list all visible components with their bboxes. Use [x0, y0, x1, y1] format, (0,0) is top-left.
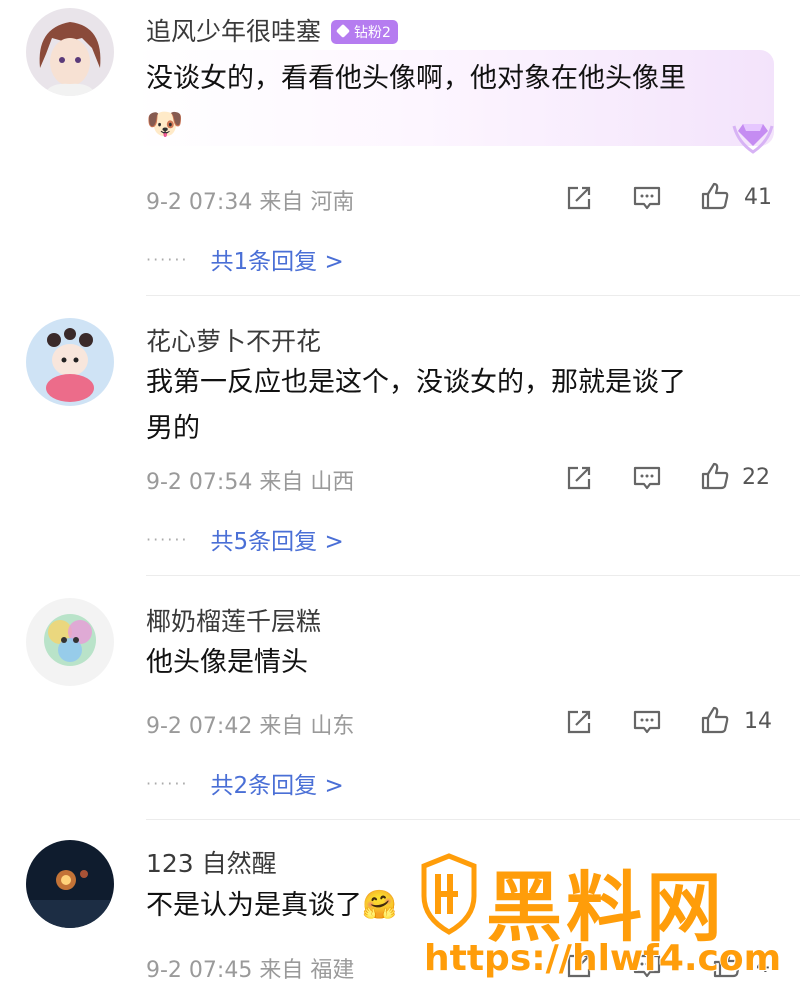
- username[interactable]: 椰奶榴莲千层糕: [146, 602, 321, 638]
- avatar-rainbow-creature-icon: [26, 598, 114, 686]
- quote-share-button[interactable]: [564, 707, 594, 737]
- replies-label: 共5条回复 >: [210, 529, 344, 555]
- comment-text: 没谈女的，看看他头像啊，他对象在他头像里 🐶: [146, 56, 766, 149]
- timestamp: 9-2 07:54: [146, 470, 253, 495]
- comment-text: 他头像是情头: [146, 647, 308, 678]
- comment-text-line: 不是认为是真谈了: [146, 890, 362, 921]
- reply-dots: ······: [146, 530, 189, 549]
- comment-icon: [633, 466, 661, 490]
- view-replies-link[interactable]: ······ 共2条回复 >: [146, 766, 344, 800]
- comment-item: 椰奶榴莲千层糕 他头像是情头 9-2 07:42 来自 山东 14 ······…: [0, 576, 800, 820]
- diamond-fan-icon: [335, 23, 351, 39]
- comment-meta: 9-2 07:45 来自 福建: [146, 952, 354, 984]
- comment-item: 花心萝卜不开花 我第一反应也是这个，没谈女的，那就是谈了 男的 9-2 07:5…: [0, 296, 800, 576]
- like-count: 14: [744, 709, 772, 734]
- location: 福建: [310, 958, 355, 983]
- comment-icon: [633, 710, 661, 734]
- hug-emoji: 🤗: [362, 888, 397, 921]
- like-icon: [701, 706, 729, 734]
- quote-share-button[interactable]: [564, 183, 594, 213]
- username[interactable]: 追风少年很哇塞 钻粉2: [146, 12, 398, 48]
- comment-text-line: 我第一反应也是这个，没谈女的，那就是谈了: [146, 367, 686, 398]
- watermark-url: https://hlwf4.com: [424, 938, 782, 979]
- avatar[interactable]: [26, 318, 114, 406]
- like-button[interactable]: [700, 461, 730, 491]
- comment-meta: 9-2 07:54 来自 山西: [146, 464, 354, 496]
- from-label: 来自: [259, 958, 304, 983]
- comment-text-line: 没谈女的，看看他头像啊，他对象在他头像里: [146, 63, 686, 94]
- quote-share-icon: [567, 710, 591, 734]
- like-button[interactable]: [700, 705, 730, 735]
- doge-emoji: 🐶: [146, 107, 184, 142]
- avatar[interactable]: [26, 840, 114, 928]
- like-count: 22: [742, 465, 770, 490]
- comment-meta: 9-2 07:34 来自 河南: [146, 184, 354, 216]
- quote-share-icon: [567, 186, 591, 210]
- timestamp: 9-2 07:34: [146, 190, 253, 215]
- username[interactable]: 花心萝卜不开花: [146, 322, 321, 358]
- comment-text-line: 男的: [146, 413, 200, 444]
- replies-label: 共2条回复 >: [210, 773, 344, 799]
- from-label: 来自: [259, 470, 304, 495]
- like-count: 41: [744, 185, 772, 210]
- comment-icon: [633, 186, 661, 210]
- location: 河南: [310, 190, 355, 215]
- fan-badge[interactable]: 钻粉2: [331, 20, 398, 44]
- quote-share-icon: [567, 466, 591, 490]
- location: 山西: [310, 470, 355, 495]
- comment-item: 追风少年很哇塞 钻粉2 没谈女的，看看他头像啊，他对象在他头像里 🐶 9-2 07…: [0, 0, 800, 296]
- location: 山东: [310, 714, 355, 739]
- quote-share-button[interactable]: [564, 463, 594, 493]
- from-label: 来自: [259, 714, 304, 739]
- reply-dots: ······: [146, 250, 189, 269]
- reply-button[interactable]: [632, 463, 662, 493]
- username[interactable]: 123 自然醒: [146, 844, 277, 880]
- diamond-fan-icon: [732, 124, 774, 154]
- reply-button[interactable]: [632, 707, 662, 737]
- avatar-anime-boy-icon: [26, 8, 114, 96]
- username-text: 追风少年很哇塞: [146, 17, 322, 46]
- avatar[interactable]: [26, 8, 114, 96]
- view-replies-link[interactable]: ······ 共1条回复 >: [146, 242, 344, 276]
- from-label: 来自: [259, 190, 304, 215]
- avatar-doll-icon: [26, 318, 114, 406]
- like-icon: [701, 182, 729, 210]
- replies-label: 共1条回复 >: [210, 249, 344, 275]
- comment-meta: 9-2 07:42 来自 山东: [146, 708, 354, 740]
- timestamp: 9-2 07:45: [146, 958, 253, 983]
- avatar-night-fireworks-icon: [26, 840, 114, 928]
- comment-text: 我第一反应也是这个，没谈女的，那就是谈了 男的: [146, 360, 766, 452]
- reply-dots: ······: [146, 774, 189, 793]
- like-icon: [701, 462, 729, 490]
- reply-button[interactable]: [632, 183, 662, 213]
- fan-badge-label: 钻粉2: [354, 25, 391, 41]
- like-button[interactable]: [700, 181, 730, 211]
- watermark-logo-icon: [421, 853, 477, 935]
- avatar[interactable]: [26, 598, 114, 686]
- timestamp: 9-2 07:42: [146, 714, 253, 739]
- view-replies-link[interactable]: ······ 共5条回复 >: [146, 522, 344, 556]
